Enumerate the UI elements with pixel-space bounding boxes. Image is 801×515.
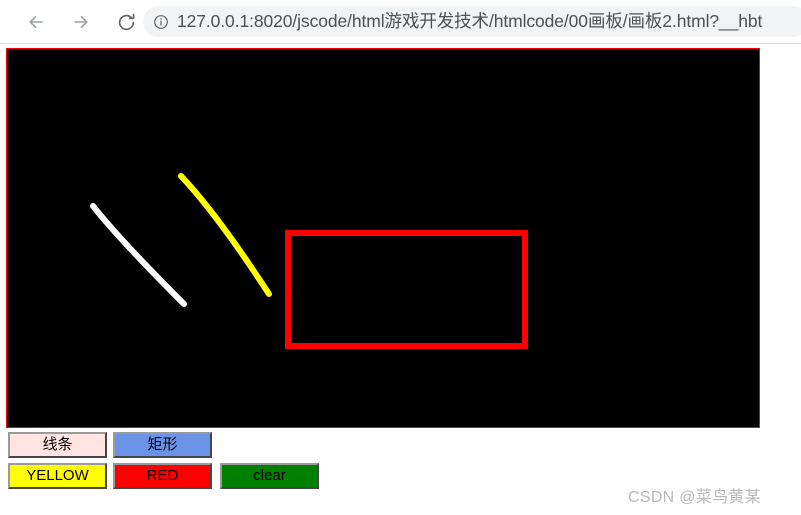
reload-button[interactable] (112, 8, 140, 36)
browser-toolbar: 127.0.0.1:8020/jscode/html游戏开发技术/htmlcod… (0, 0, 801, 44)
clear-button[interactable]: clear (220, 463, 319, 489)
yellow-color-button[interactable]: YELLOW (8, 463, 107, 489)
url-text: 127.0.0.1:8020/jscode/html游戏开发技术/htmlcod… (177, 11, 763, 31)
arrow-left-icon (26, 12, 46, 32)
browser-window: 127.0.0.1:8020/jscode/html游戏开发技术/htmlcod… (0, 0, 801, 515)
info-circle-icon[interactable] (152, 13, 169, 30)
arrow-right-icon (71, 12, 91, 32)
drawing-canvas[interactable] (6, 48, 760, 428)
canvas-shapes (90, 173, 528, 349)
line-tool-button[interactable]: 线条 (8, 432, 107, 458)
reload-icon (116, 12, 137, 33)
red-color-button[interactable]: RED (113, 463, 212, 489)
forward-button[interactable] (67, 8, 95, 36)
csdn-watermark: CSDN @菜鸟黄某 (628, 489, 762, 506)
yellow-stroke (178, 173, 272, 297)
rectangle-tool-button[interactable]: 矩形 (113, 432, 212, 458)
white-stroke (90, 203, 187, 307)
red-rectangle (285, 230, 528, 349)
back-button[interactable] (22, 8, 50, 36)
address-bar[interactable]: 127.0.0.1:8020/jscode/html游戏开发技术/htmlcod… (143, 6, 801, 37)
